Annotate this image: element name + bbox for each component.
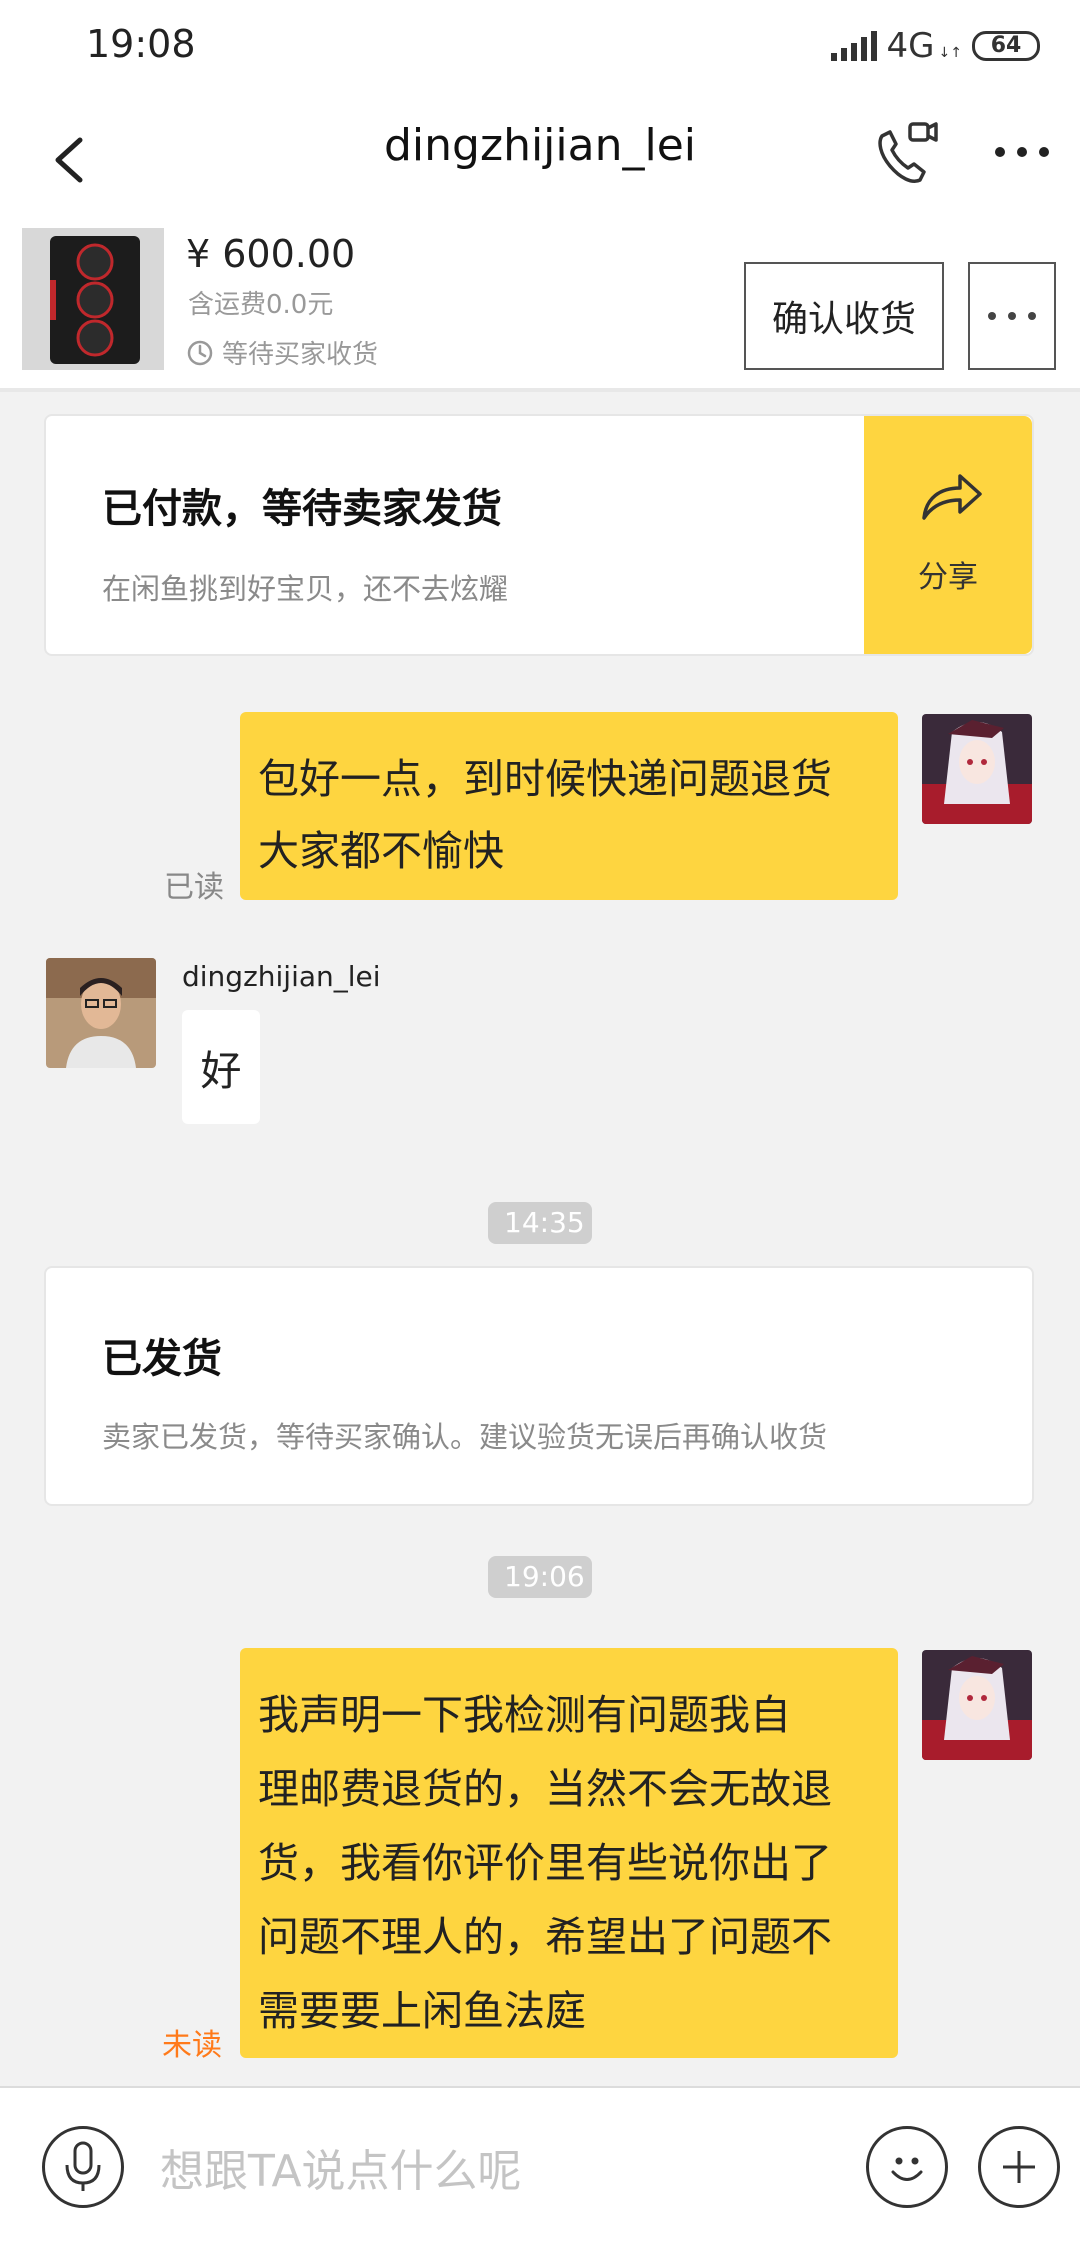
message-input-bar bbox=[0, 2086, 1080, 2244]
chat-header: dingzhijian_lei bbox=[0, 92, 1080, 222]
my-avatar[interactable] bbox=[922, 714, 1032, 824]
data-arrows-icon: ↓↑ bbox=[938, 45, 962, 61]
message-line: 大家都不愉快 bbox=[258, 827, 504, 875]
more-button[interactable] bbox=[990, 122, 1054, 182]
message-input[interactable] bbox=[160, 2126, 840, 2216]
emoji-button[interactable] bbox=[866, 2126, 948, 2208]
shipping-status-card: 已发货 卖家已发货，等待买家确认。建议验货无误后再确认收货 bbox=[44, 1266, 1034, 1506]
read-status: 已读 bbox=[164, 870, 224, 905]
signal-icon bbox=[830, 31, 877, 61]
share-button[interactable]: 分享 bbox=[864, 416, 1032, 654]
plus-icon bbox=[1003, 2151, 1035, 2183]
order-more-button[interactable] bbox=[968, 262, 1056, 370]
product-price: ¥ 600.00 bbox=[186, 232, 356, 276]
graphics-card-image bbox=[22, 228, 164, 370]
message-bubble-outgoing[interactable]: 我声明一下我检测有问题我自 理邮费退货的，当然不会无故退 货，我看你评价里有些说… bbox=[240, 1648, 898, 2058]
message-line: 理邮费退货的，当然不会无故退 bbox=[258, 1765, 832, 1813]
status-indicators: 4G ↓↑ 64 bbox=[830, 26, 1040, 66]
card-title: 已发货 bbox=[102, 1336, 222, 1382]
anime-avatar-image bbox=[922, 1650, 1032, 1760]
video-call-icon bbox=[878, 122, 938, 183]
contact-photo bbox=[46, 958, 156, 1068]
message-line: 我声明一下我检测有问题我自 bbox=[258, 1691, 791, 1739]
share-icon bbox=[922, 474, 982, 520]
microphone-icon bbox=[65, 2141, 101, 2191]
order-status-text: 等待买家收货 bbox=[222, 340, 379, 370]
emoji-icon bbox=[891, 2157, 923, 2181]
message-bubble-incoming[interactable]: 好 bbox=[182, 1010, 260, 1124]
card-subtitle: 在闲鱼挑到好宝贝，还不去炫耀 bbox=[102, 572, 509, 606]
order-status: 等待买家收货 bbox=[186, 334, 378, 371]
contact-avatar[interactable] bbox=[46, 958, 156, 1068]
card-subtitle: 卖家已发货，等待买家确认。建议验货无误后再确认收货 bbox=[102, 1420, 828, 1454]
network-type: 4G bbox=[886, 26, 935, 66]
timestamp: 19:06 bbox=[488, 1556, 592, 1598]
my-avatar[interactable] bbox=[922, 1650, 1032, 1760]
unread-status: 未读 bbox=[162, 2028, 222, 2063]
clock-icon bbox=[187, 340, 213, 365]
sender-name: dingzhijian_lei bbox=[182, 960, 381, 993]
message-line: 需要要上闲鱼法庭 bbox=[258, 1987, 586, 2035]
anime-avatar-image bbox=[922, 714, 1032, 824]
more-icon bbox=[995, 147, 1049, 157]
status-time: 19:08 bbox=[86, 22, 196, 66]
share-label: 分享 bbox=[918, 560, 978, 595]
confirm-receipt-button[interactable]: 确认收货 bbox=[744, 262, 944, 370]
status-bar: 19:08 4G ↓↑ 64 bbox=[0, 0, 1080, 92]
shipping-fee: 含运费0.0元 bbox=[188, 290, 334, 320]
card-title: 已付款，等待卖家发货 bbox=[102, 486, 502, 532]
message-line: 包好一点，到时候快递问题退货 bbox=[258, 755, 832, 803]
message-line: 货，我看你评价里有些说你出了 bbox=[258, 1839, 832, 1887]
more-icon bbox=[988, 312, 1036, 320]
product-bar: ¥ 600.00 含运费0.0元 等待买家收货 确认收货 bbox=[0, 222, 1080, 392]
video-call-button[interactable] bbox=[868, 112, 940, 192]
message-line: 问题不理人的，希望出了问题不 bbox=[258, 1913, 832, 1961]
payment-status-card: 已付款，等待卖家发货 在闲鱼挑到好宝贝，还不去炫耀 分享 bbox=[44, 414, 1034, 656]
product-thumbnail[interactable] bbox=[22, 228, 164, 370]
timestamp: 14:35 bbox=[488, 1202, 592, 1244]
voice-button[interactable] bbox=[42, 2126, 124, 2208]
message-bubble-outgoing[interactable]: 包好一点，到时候快递问题退货 大家都不愉快 bbox=[240, 712, 898, 900]
more-options-button[interactable] bbox=[978, 2126, 1060, 2208]
battery-icon: 64 bbox=[972, 31, 1040, 61]
